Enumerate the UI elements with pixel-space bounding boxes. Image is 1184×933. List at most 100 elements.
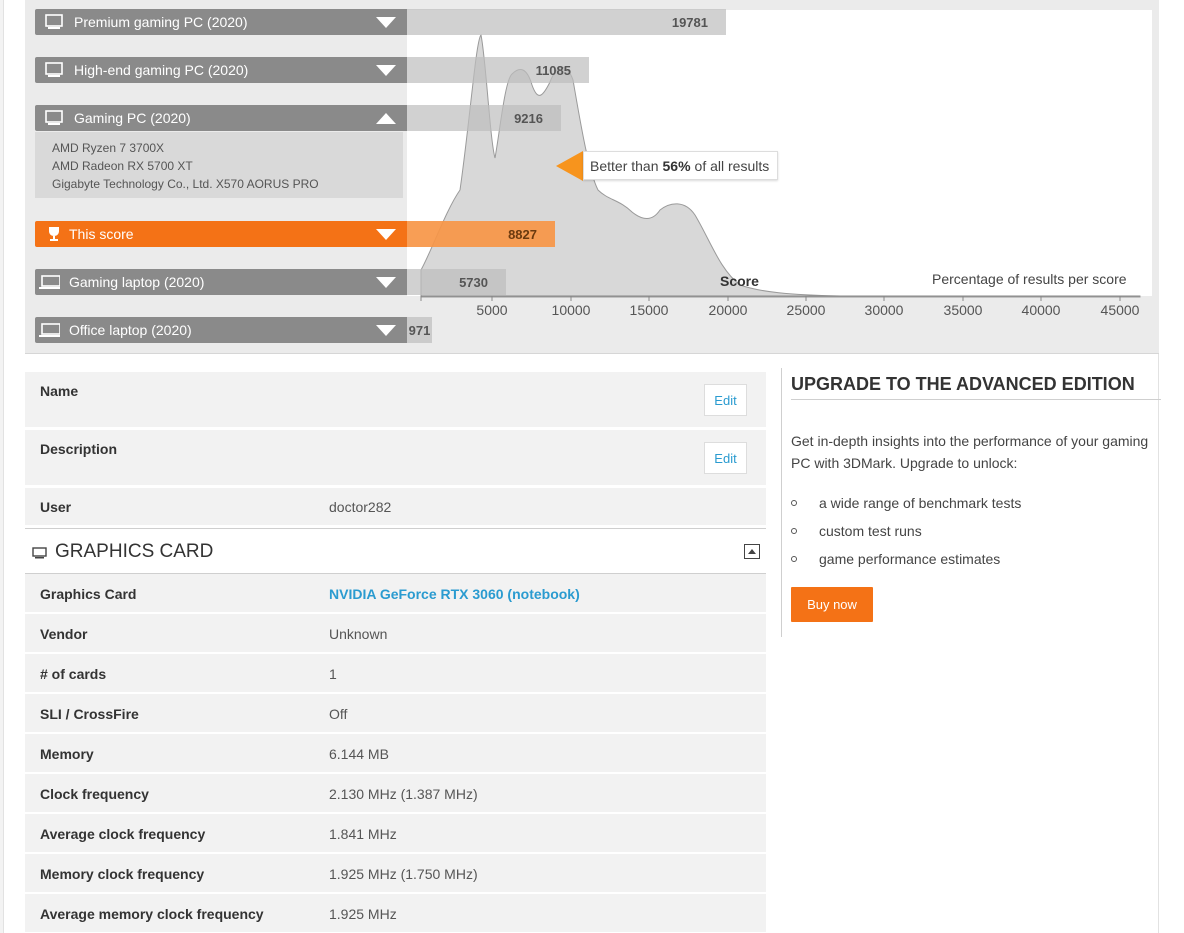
edit-description-button[interactable]: Edit <box>704 442 747 474</box>
gc-key: Average clock frequency <box>40 826 206 842</box>
upgrade-feature-list: a wide range of benchmark tests custom t… <box>791 492 1021 576</box>
graphics-card-section-header: GRAPHICS CARD <box>25 528 766 574</box>
tick-label: 10000 <box>551 302 591 318</box>
chevron-down-icon[interactable] <box>376 228 396 240</box>
gc-row-cards: # of cards 1 <box>25 654 766 694</box>
desktop-icon <box>43 109 65 127</box>
gc-key: # of cards <box>40 666 107 682</box>
monitor-icon <box>32 546 47 564</box>
gc-row-mem-clock: Memory clock frequency 1.925 MHz (1.750 … <box>25 854 766 894</box>
description-row: Description Edit <box>25 430 766 488</box>
gc-value: 1.841 MHz <box>329 826 397 842</box>
bar-label-premium-gaming-pc[interactable]: Premium gaming PC (2020) <box>35 9 407 35</box>
upgrade-intro: Get in-depth insights into the performan… <box>791 433 1149 471</box>
tooltip-percent: 56% <box>662 157 691 174</box>
bar-label-gaming-laptop[interactable]: Gaming laptop (2020) <box>35 269 407 295</box>
gc-key: Memory clock frequency <box>40 866 205 882</box>
bar-label-office-laptop[interactable]: Office laptop (2020) <box>35 317 407 343</box>
description-label: Description <box>40 441 118 457</box>
tick-label: 40000 <box>1021 302 1061 318</box>
list-item: game performance estimates <box>791 548 1021 576</box>
chevron-down-icon[interactable] <box>376 276 396 288</box>
gc-row-sli: SLI / CrossFire Off <box>25 694 766 734</box>
gaming-pc-details: AMD Ryzen 7 3700X AMD Radeon RX 5700 XT … <box>35 132 403 198</box>
list-item: a wide range of benchmark tests <box>791 492 1021 520</box>
bar-label-gaming-pc[interactable]: Gaming PC (2020) <box>35 105 407 131</box>
gc-key: Graphics Card <box>40 586 137 602</box>
collapse-icon[interactable] <box>744 544 760 559</box>
buy-now-button[interactable]: Buy now <box>791 587 873 622</box>
bar-score: 5730 <box>407 269 506 295</box>
bar-score: 11085 <box>407 57 589 83</box>
tick-label: 20000 <box>708 302 748 318</box>
name-label: Name <box>40 383 79 399</box>
chevron-down-icon[interactable] <box>376 16 396 28</box>
chevron-down-icon[interactable] <box>376 64 396 76</box>
gc-value: 6.144 MB <box>329 746 389 762</box>
tick-label: 30000 <box>864 302 904 318</box>
gc-value: 1.925 MHz <box>329 906 397 922</box>
tick-label: 45000 <box>1100 302 1140 318</box>
tooltip-arrow-icon <box>556 151 583 181</box>
gc-value: 1 <box>329 666 337 682</box>
edit-name-button[interactable]: Edit <box>704 384 747 416</box>
gc-row-avg-mem-clock: Average memory clock frequency 1.925 MHz <box>25 894 766 933</box>
section-title: GRAPHICS CARD <box>55 541 214 562</box>
divider <box>791 399 1161 400</box>
tooltip-suffix: of all results <box>694 157 770 174</box>
bar-score: 971 <box>407 317 432 343</box>
detail-cpu: AMD Ryzen 7 3700X <box>52 141 165 155</box>
gc-key: Clock frequency <box>40 786 149 802</box>
gc-value: 1.925 MHz (1.750 MHz) <box>329 866 478 882</box>
laptop-icon <box>38 321 60 339</box>
chevron-up-icon[interactable] <box>376 112 396 124</box>
gc-key: Vendor <box>40 626 88 642</box>
bar-label-this-score[interactable]: This score <box>35 221 407 247</box>
gc-row-avg-clock: Average clock frequency 1.841 MHz <box>25 814 766 854</box>
gc-key: Average memory clock frequency <box>40 906 264 922</box>
gc-row-graphics-card: Graphics Card NVIDIA GeForce RTX 3060 (n… <box>25 574 766 614</box>
detail-board: Gigabyte Technology Co., Ltd. X570 AORUS… <box>52 177 319 191</box>
result-details: Name Edit Description Edit User doctor28… <box>25 372 766 933</box>
gc-value: 2.130 MHz (1.387 MHz) <box>329 786 478 802</box>
tick-label: 25000 <box>786 302 826 318</box>
bar-label-text: High-end gaming PC (2020) <box>74 62 249 78</box>
name-row: Name Edit <box>25 372 766 430</box>
gc-key: SLI / CrossFire <box>40 706 139 722</box>
chevron-down-icon[interactable] <box>376 324 396 336</box>
bar-label-text: Premium gaming PC (2020) <box>74 14 248 30</box>
user-value: doctor282 <box>329 499 392 515</box>
desktop-icon <box>43 61 65 79</box>
axis-title: Score <box>720 273 759 289</box>
gc-value: Off <box>329 706 348 722</box>
gc-key: Memory <box>40 746 94 762</box>
detail-gpu: AMD Radeon RX 5700 XT <box>52 159 193 173</box>
bar-label-text: Gaming laptop (2020) <box>69 274 205 290</box>
user-label: User <box>40 499 72 515</box>
desktop-icon <box>43 13 65 31</box>
gpu-link[interactable]: NVIDIA GeForce RTX 3060 (notebook) <box>329 586 580 602</box>
tick-label: 5000 <box>476 302 508 318</box>
bar-label-text: This score <box>69 226 134 242</box>
gc-row-memory: Memory 6.144 MB <box>25 734 766 774</box>
gc-row-vendor: Vendor Unknown <box>25 614 766 654</box>
bar-score: 19781 <box>407 9 726 35</box>
axis-right-title: Percentage of results per score <box>932 271 1127 287</box>
percentile-tooltip: Better than 56% of all results <box>583 151 779 180</box>
upgrade-title: UPGRADE TO THE ADVANCED EDITION <box>791 374 1135 394</box>
bar-label-text: Office laptop (2020) <box>69 322 192 338</box>
laptop-icon <box>38 273 60 291</box>
user-row: User doctor282 <box>25 488 766 528</box>
tooltip-prefix: Better than <box>590 157 659 174</box>
bar-label-high-end-gaming-pc[interactable]: High-end gaming PC (2020) <box>35 57 407 83</box>
bar-label-text: Gaming PC (2020) <box>74 110 191 126</box>
upgrade-panel: UPGRADE TO THE ADVANCED EDITION Get in-d… <box>781 368 1161 637</box>
list-item: custom test runs <box>791 520 1021 548</box>
tick-label: 15000 <box>629 302 669 318</box>
page: Score Percentage of results per score 50… <box>0 0 1184 933</box>
gc-row-clock: Clock frequency 2.130 MHz (1.387 MHz) <box>25 774 766 814</box>
trophy-icon <box>43 225 65 243</box>
bar-score: 8827 <box>407 221 555 247</box>
tick-label: 35000 <box>943 302 983 318</box>
gc-value: Unknown <box>329 626 388 642</box>
